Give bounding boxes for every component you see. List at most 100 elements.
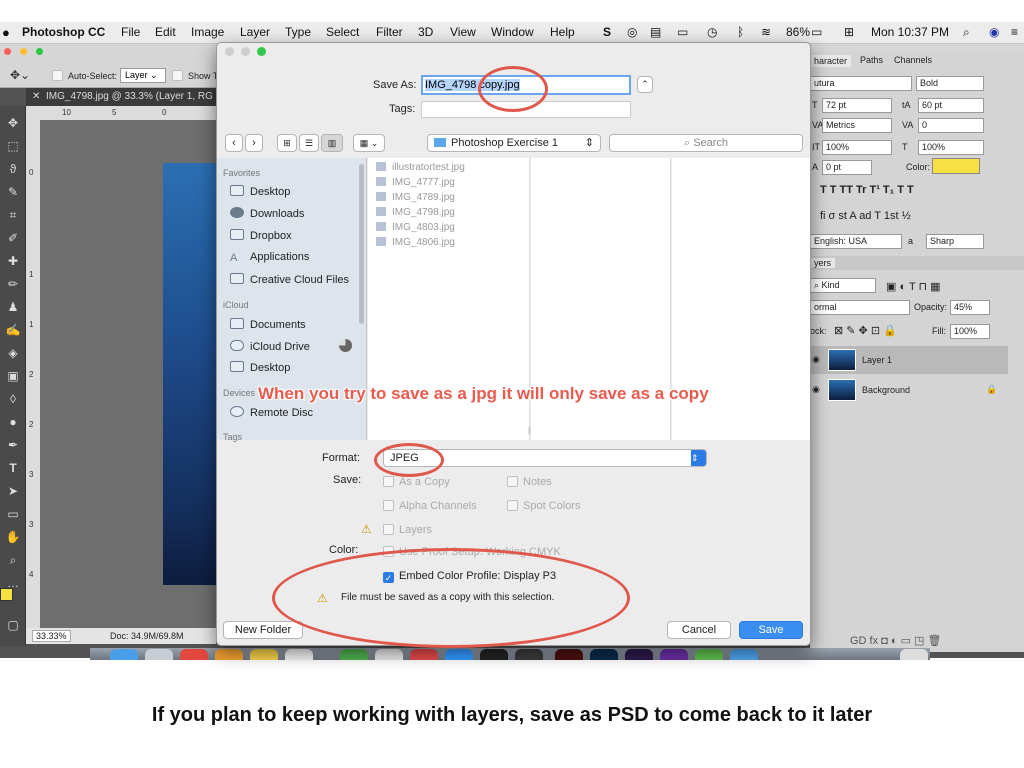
layer-row-background[interactable]: ◉ Background 🔒: [810, 376, 1008, 404]
file-item[interactable]: illustratortest.jpg: [376, 162, 465, 173]
screen-mode-icon[interactable]: ▢: [3, 616, 23, 634]
shape-tool-icon[interactable]: ▭: [3, 505, 23, 523]
zoom-tool-icon[interactable]: ⌕: [3, 551, 23, 569]
brush-tool-icon[interactable]: ✏: [3, 275, 23, 293]
path-select-tool-icon[interactable]: ➤: [3, 482, 23, 500]
sidebar-item-creative-cloud[interactable]: Creative Cloud Files: [230, 273, 349, 286]
move-tool-icon[interactable]: ✥: [3, 114, 23, 132]
aquarium-photo[interactable]: [163, 163, 216, 585]
premiere-icon[interactable]: [625, 649, 653, 660]
horizontal-scale-input[interactable]: 100%: [918, 140, 984, 155]
show-transform-checkbox[interactable]: Show Tr: [172, 70, 221, 81]
file-item[interactable]: IMG_4777.jpg: [376, 177, 455, 188]
auto-select-dropdown[interactable]: Layer ⌄: [120, 68, 166, 83]
reminders-icon[interactable]: [285, 649, 313, 660]
messages-icon[interactable]: [340, 649, 368, 660]
new-folder-button[interactable]: New Folder: [223, 621, 303, 639]
menu-type[interactable]: Type: [285, 25, 311, 39]
move-tool-icon[interactable]: ✥⌄: [10, 68, 30, 82]
layer-bottom-actions[interactable]: GD fx ◘ ◐ ▭ ◳ 🗑: [850, 634, 941, 647]
file-item[interactable]: IMG_4806.jpg: [376, 237, 455, 248]
sidebar-item-documents[interactable]: Documents: [230, 318, 306, 331]
chrome-icon[interactable]: [180, 649, 208, 660]
visibility-eye-icon[interactable]: ◉: [812, 354, 820, 365]
dialog-close-icon[interactable]: [225, 47, 234, 56]
sidebar-item-downloads[interactable]: Downloads: [230, 207, 304, 220]
gradient-tool-icon[interactable]: ▣: [3, 367, 23, 385]
back-button[interactable]: ‹: [225, 134, 243, 152]
sidebar-item-dropbox[interactable]: Dropbox: [230, 229, 292, 242]
gallery-view-button[interactable]: ▦ ⌄: [353, 134, 385, 152]
dialog-minimize-icon[interactable]: [241, 47, 250, 56]
list-view-button[interactable]: ☰: [299, 134, 319, 152]
zoom-window-icon[interactable]: [36, 48, 43, 55]
status-cloud-icon[interactable]: ◎: [627, 25, 637, 39]
crop-tool-icon[interactable]: ⌗: [3, 206, 23, 224]
type-tool-icon[interactable]: T: [3, 459, 23, 477]
menu-window[interactable]: Window: [491, 25, 534, 39]
after-effects-icon[interactable]: [660, 649, 688, 660]
column-view-button[interactable]: ▥: [321, 134, 343, 152]
location-select[interactable]: Photoshop Exercise 1 ⇕: [427, 134, 601, 152]
fill-input[interactable]: 100%: [950, 324, 990, 339]
icon-view-button[interactable]: ⊞: [277, 134, 297, 152]
hand-tool-icon[interactable]: ✋: [3, 528, 23, 546]
alpha-channels-checkbox[interactable]: Alpha Channels: [383, 500, 477, 512]
battery-icon[interactable]: ▭: [811, 25, 822, 39]
acrobat-icon[interactable]: [555, 649, 583, 660]
sidebar-item-desktop[interactable]: Desktop: [230, 185, 290, 198]
save-button[interactable]: Save: [739, 621, 803, 639]
font-style-select[interactable]: Bold: [916, 76, 984, 91]
keyboard-icon[interactable]: ⊞: [844, 25, 854, 39]
file-item[interactable]: IMG_4803.jpg: [376, 222, 455, 233]
dodge-tool-icon[interactable]: ●: [3, 413, 23, 431]
as-a-copy-checkbox[interactable]: As a Copy: [383, 476, 450, 488]
menu-help[interactable]: Help: [550, 25, 575, 39]
finder-icon[interactable]: [110, 649, 138, 660]
wifi-icon[interactable]: ≋: [761, 25, 771, 39]
sidebar-item-icloud-drive[interactable]: iCloud Drive: [230, 340, 310, 353]
kerning-select[interactable]: Metrics: [822, 118, 892, 133]
layers-checkbox[interactable]: Layers: [383, 524, 432, 536]
opacity-input[interactable]: 45%: [950, 300, 990, 315]
blur-tool-icon[interactable]: ◊: [3, 390, 23, 408]
news-icon[interactable]: [410, 649, 438, 660]
layer-filter-icons[interactable]: ▣ ◐ T ⊓ ▦: [886, 280, 941, 293]
lock-icons[interactable]: ⊠ ✎ ✥ ⊡ 🔒: [834, 324, 897, 337]
clock[interactable]: Mon 10:37 PM: [871, 25, 949, 39]
tab-channels[interactable]: Channels: [894, 55, 932, 65]
close-tab-icon[interactable]: ✕: [32, 91, 40, 102]
notifications-icon[interactable]: ≡: [1011, 25, 1018, 39]
file-item[interactable]: IMG_4798.jpg: [376, 207, 455, 218]
sidebar-item-remote-disc[interactable]: Remote Disc: [230, 406, 313, 419]
document-tab[interactable]: ✕ IMG_4798.jpg @ 33.3% (Layer 1, RG: [26, 88, 216, 106]
mail-icon[interactable]: [730, 649, 758, 660]
notes-icon[interactable]: [250, 649, 278, 660]
spotlight-icon[interactable]: ⌕: [963, 25, 970, 40]
forward-button[interactable]: ›: [245, 134, 263, 152]
camera-icon[interactable]: [515, 649, 543, 660]
expand-dialog-button[interactable]: ⌃: [637, 76, 653, 93]
history-brush-tool-icon[interactable]: ✍: [3, 321, 23, 339]
menu-file[interactable]: File: [121, 25, 140, 39]
foreground-color-swatch[interactable]: [0, 588, 13, 601]
photoshop-dock-icon[interactable]: [590, 649, 618, 660]
layer-row-layer1[interactable]: ◉ Layer 1: [810, 346, 1008, 374]
menu-3d[interactable]: 3D: [418, 25, 433, 39]
trash-icon[interactable]: [900, 649, 928, 660]
sidebar-item-applications[interactable]: A Applications: [230, 251, 309, 264]
menu-select[interactable]: Select: [326, 25, 359, 39]
visibility-eye-icon[interactable]: ◉: [812, 384, 820, 395]
menu-layer[interactable]: Layer: [240, 25, 270, 39]
apple-icon[interactable]: ●: [2, 25, 10, 40]
anti-alias-select[interactable]: Sharp: [926, 234, 984, 249]
app-store-icon[interactable]: [445, 649, 473, 660]
stamp-tool-icon[interactable]: ♟: [3, 298, 23, 316]
pen-tool-icon[interactable]: ✒: [3, 436, 23, 454]
healing-tool-icon[interactable]: ✚: [3, 252, 23, 270]
font-size-input[interactable]: 72 pt: [822, 98, 892, 113]
menu-filter[interactable]: Filter: [376, 25, 403, 39]
close-window-icon[interactable]: [4, 48, 11, 55]
menu-edit[interactable]: Edit: [155, 25, 176, 39]
marquee-tool-icon[interactable]: ⬚: [3, 137, 23, 155]
